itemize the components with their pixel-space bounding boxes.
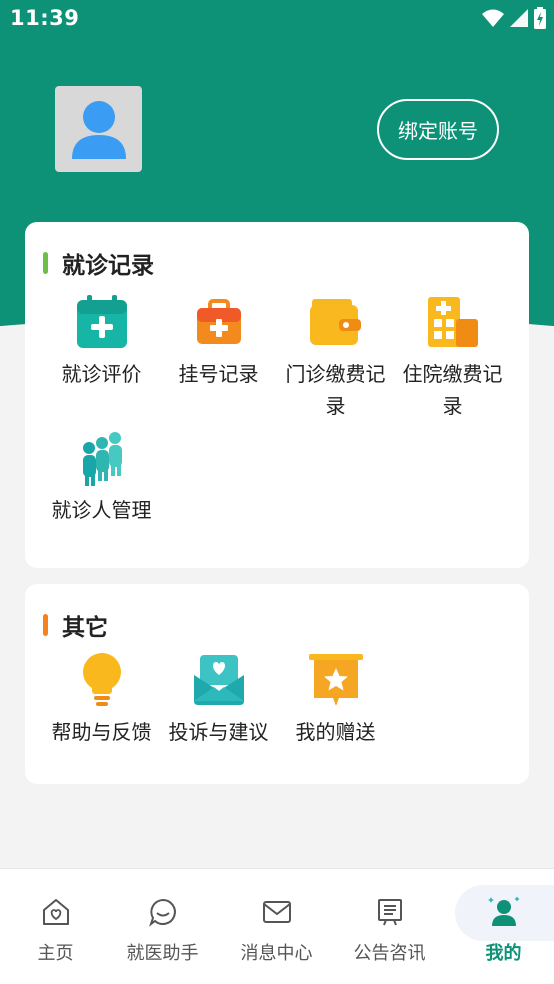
notice-board-icon	[373, 895, 407, 929]
complaint-suggestion-item[interactable]: 投诉与建议	[160, 650, 277, 748]
visit-evaluation-item[interactable]: 就诊评价	[43, 292, 160, 390]
gift-star-icon	[306, 650, 366, 710]
item-label: 帮助与反馈	[51, 720, 152, 744]
status-bar: 11:39	[0, 0, 554, 38]
wifi-icon	[482, 9, 504, 27]
wallet-icon	[306, 292, 366, 352]
nav-label: 就医助手	[126, 943, 199, 964]
nav-assistant[interactable]: 就医助手	[107, 869, 218, 969]
my-gift-item[interactable]: 我的赠送	[277, 650, 394, 748]
calendar-plus-icon	[72, 292, 132, 352]
bind-account-button[interactable]: 绑定账号	[377, 99, 499, 160]
signal-icon	[510, 9, 528, 27]
lightbulb-icon	[72, 650, 132, 710]
help-feedback-item[interactable]: 帮助与反馈	[43, 650, 160, 748]
home-icon	[39, 895, 73, 929]
section-accent-bar	[43, 252, 48, 274]
other-card: 其它 帮助与反馈 投诉与建议 我的赠送	[25, 584, 529, 784]
registration-records-item[interactable]: 挂号记录	[160, 292, 277, 390]
nav-mine[interactable]: 我的	[448, 869, 554, 969]
section-title: 就诊记录	[62, 253, 154, 279]
avatar[interactable]	[55, 86, 142, 172]
user-icon	[487, 895, 521, 929]
visit-records-card: 就诊记录 就诊评价 挂号记录 门诊缴费记录 住院缴费记录 就诊人管理	[25, 222, 529, 568]
nav-label: 我的	[485, 943, 522, 964]
nav-label: 消息中心	[240, 943, 313, 964]
nav-label: 公告咨讯	[353, 943, 426, 964]
item-label: 就诊人管理	[51, 498, 152, 522]
battery-icon	[534, 7, 546, 29]
item-label: 住院缴费记录	[402, 362, 503, 418]
bottom-nav: 主页 就医助手 消息中心 公告咨讯 我的	[0, 868, 554, 984]
item-label: 我的赠送	[295, 720, 376, 744]
people-group-icon	[72, 428, 132, 488]
hospital-icon	[423, 292, 483, 352]
medical-kit-icon	[189, 292, 249, 352]
item-label: 门诊缴费记录	[285, 362, 386, 418]
section-title: 其它	[62, 615, 108, 641]
section-accent-bar	[43, 614, 48, 636]
envelope-icon	[260, 895, 294, 929]
outpatient-payment-item[interactable]: 门诊缴费记录	[277, 292, 394, 422]
item-label: 挂号记录	[178, 362, 259, 386]
item-label: 投诉与建议	[168, 720, 269, 744]
user-avatar-icon	[71, 101, 126, 159]
chat-icon	[146, 895, 180, 929]
item-label: 就诊评价	[61, 362, 142, 386]
mail-heart-icon	[189, 650, 249, 710]
nav-messages[interactable]: 消息中心	[221, 869, 332, 969]
status-time: 11:39	[10, 6, 80, 30]
nav-label: 主页	[37, 943, 74, 964]
patient-management-item[interactable]: 就诊人管理	[43, 428, 160, 526]
inpatient-payment-item[interactable]: 住院缴费记录	[394, 292, 511, 422]
nav-home[interactable]: 主页	[0, 869, 111, 969]
nav-notices[interactable]: 公告咨讯	[334, 869, 445, 969]
